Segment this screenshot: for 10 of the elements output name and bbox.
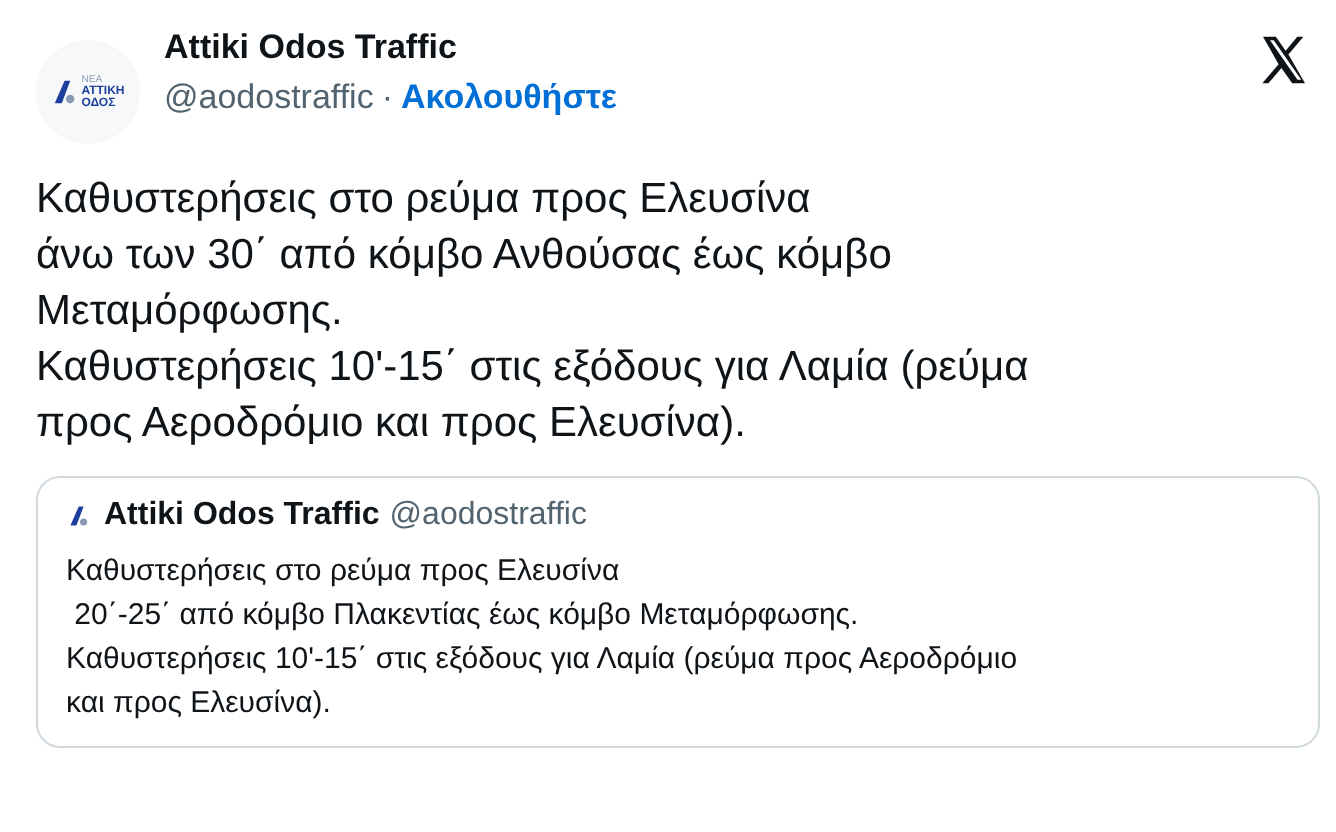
quoted-text: Καθυστερήσεις στο ρεύμα προς Ελευσίνα 20΄-25΄ από κόμβο Πλακεντίας έως κόμβο Μεταμόρφωσης. Καθυστερήσεις 10'-15΄ στις εξόδους για Λαμία (ρεύμα προς Αεροδρόμιο και προς Ελευσίνα). [66, 552, 1020, 724]
author-handle: @aodostraffic [389, 498, 587, 534]
tweet-text: Καθυστερήσεις στο ρεύμα προς Ελευσίνα άνω των 30΄ από κόμβο Ανθούσας έως κόμβο Μεταμόρφωσης. Καθυστερήσεις 10'-15΄ στις εξόδους για Λαμία (ρεύμα προς Αεροδρόμιο και προς Ελευσίνα). [36, 174, 1031, 450]
author-name[interactable]: Attiki Odos Traffic [164, 28, 457, 68]
separator: · [381, 78, 394, 118]
logo-icon [51, 76, 80, 108]
author-name: Attiki Odos Traffic [104, 498, 380, 534]
quoted-tweet[interactable] [36, 476, 1320, 748]
follow-link[interactable]: Ακολουθήστε [401, 78, 617, 118]
author-handle[interactable]: @aodostraffic [164, 78, 374, 118]
